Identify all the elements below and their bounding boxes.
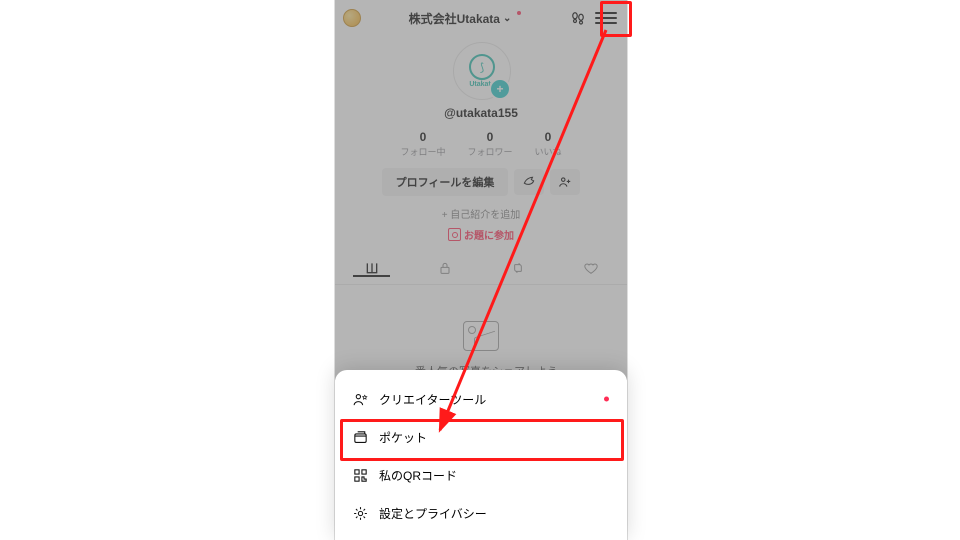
stat-label: フォロワー [467, 145, 512, 158]
account-title: 株式会社Utakata [409, 10, 500, 27]
top-bar: 株式会社Utakata ⌄ [335, 0, 627, 36]
sheet-item-qr-code[interactable]: 私のQRコード [335, 456, 627, 494]
wallet-icon [351, 428, 369, 446]
profile-tabs [335, 252, 627, 285]
stat-followers[interactable]: 0 フォロワー [467, 130, 512, 158]
username-handle: @utakata155 [444, 106, 518, 120]
stat-label: いいね [535, 145, 562, 158]
sheet-item-label: ポケット [379, 429, 427, 446]
annotated-screenshot: 株式会社Utakata ⌄ ⟆ Utakata + @utakata155 [0, 0, 960, 540]
photo-placeholder-icon [463, 321, 499, 351]
avatar-logo-icon: ⟆ [469, 54, 495, 80]
stat-label: フォロー中 [400, 145, 445, 158]
coin-icon[interactable] [343, 9, 361, 27]
add-friends-button[interactable] [550, 169, 580, 195]
sheet-item-creator-tools[interactable]: クリエイターツール [335, 380, 627, 418]
stat-count: 0 [487, 130, 494, 144]
empty-feed: 一番人気の写真をシェアしよう [335, 285, 627, 379]
add-bio-link[interactable]: + 自己紹介を追加 [442, 206, 521, 221]
notification-dot [604, 397, 609, 402]
tab-locked[interactable] [408, 260, 481, 276]
action-row: プロフィールを編集 [382, 168, 581, 196]
stat-likes[interactable]: 0 いいね [535, 130, 562, 158]
notification-dot [517, 11, 521, 15]
sheet-item-label: クリエイターツール [379, 391, 486, 408]
stat-following[interactable]: 0 フォロー中 [400, 130, 445, 158]
tab-liked[interactable] [554, 260, 627, 276]
chevron-down-icon: ⌄ [503, 13, 511, 24]
stat-count: 0 [420, 130, 427, 144]
sheet-item-pocket[interactable]: ポケット [335, 418, 627, 456]
sheet-item-label: 設定とプライバシー [379, 505, 487, 522]
share-profile-button[interactable] [514, 169, 544, 195]
join-topic-link[interactable]: お題に参加 [448, 227, 514, 242]
edit-profile-button[interactable]: プロフィールを編集 [382, 168, 509, 196]
sheet-item-label: 私のQRコード [379, 467, 457, 484]
topic-label: お題に参加 [464, 227, 514, 242]
phone-frame: 株式会社Utakata ⌄ ⟆ Utakata + @utakata155 [334, 0, 628, 540]
account-switcher[interactable]: 株式会社Utakata ⌄ [361, 10, 569, 27]
stat-count: 0 [545, 130, 552, 144]
camera-icon [448, 228, 461, 241]
tab-repost[interactable] [481, 260, 554, 276]
add-avatar-plus-icon[interactable]: + [489, 78, 511, 100]
stats-row: 0 フォロー中 0 フォロワー 0 いいね [400, 130, 561, 158]
qr-code-icon [351, 466, 369, 484]
tab-grid[interactable] [335, 260, 408, 276]
profile-section: ⟆ Utakata + @utakata155 0 フォロー中 0 フォロワー … [335, 36, 627, 242]
footprint-icon[interactable] [569, 9, 587, 27]
person-star-icon [351, 390, 369, 408]
avatar[interactable]: ⟆ Utakata + [453, 42, 509, 98]
menu-bottom-sheet: クリエイターツール ポケット 私のQRコード 設定とプライバシー [335, 370, 627, 540]
hamburger-menu-button[interactable] [593, 7, 619, 29]
gear-icon [351, 504, 369, 522]
sheet-item-settings-privacy[interactable]: 設定とプライバシー [335, 494, 627, 532]
